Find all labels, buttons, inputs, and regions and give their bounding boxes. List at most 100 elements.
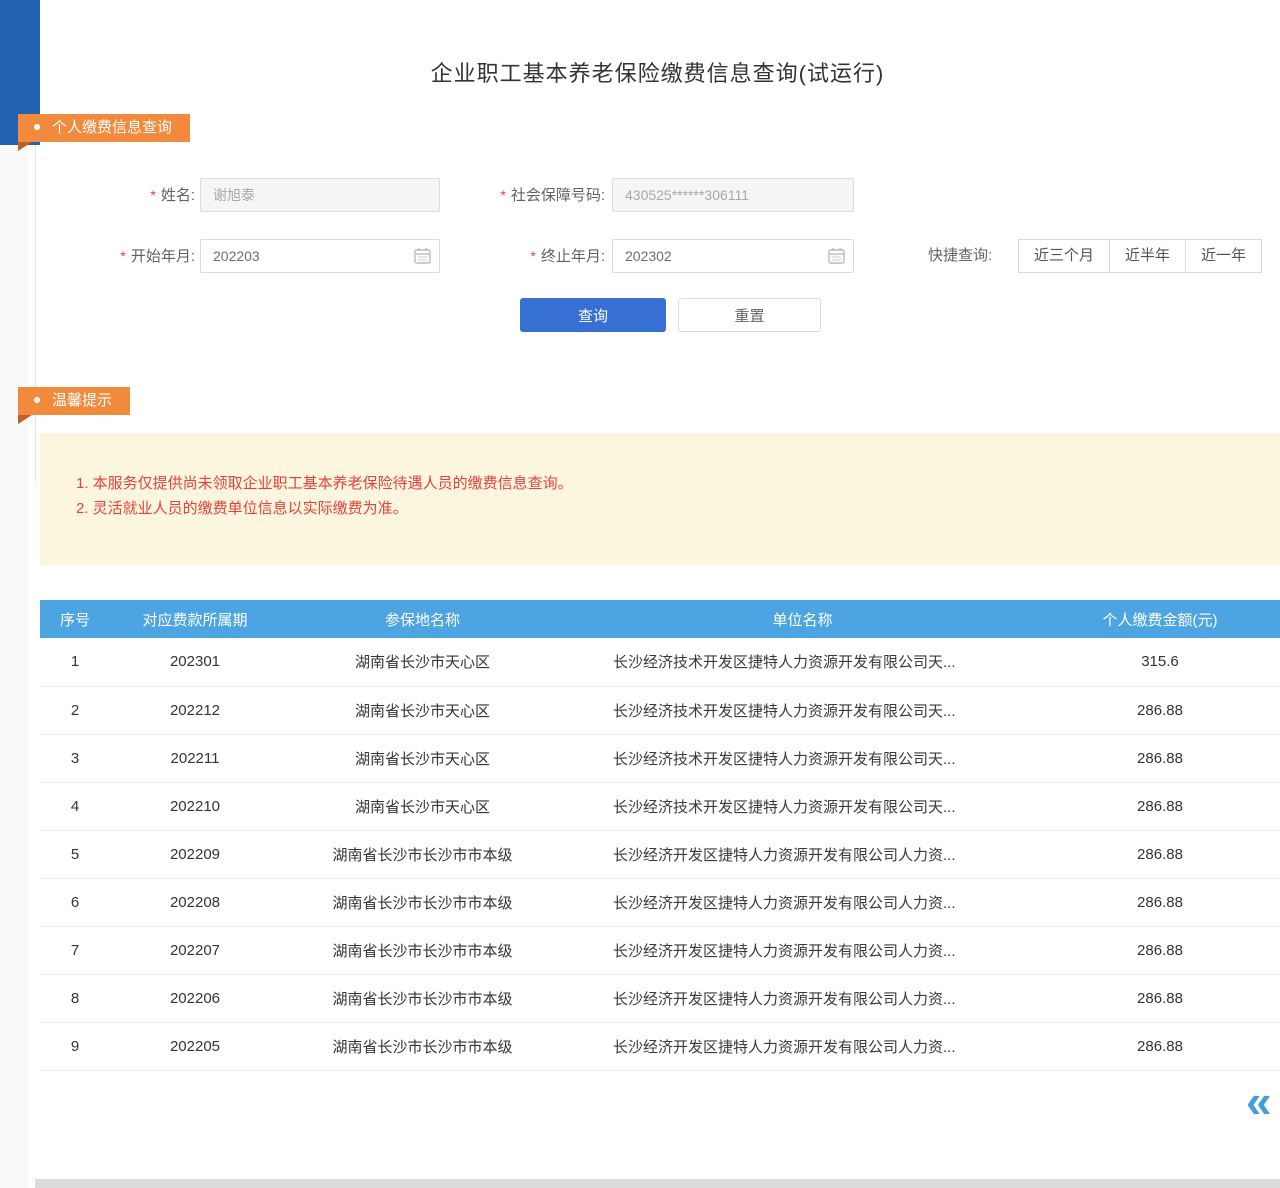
cell-employer: 长沙经济技术开发区捷特人力资源开发有限公司天...: [565, 734, 1040, 782]
ssn-label: *社会保障号码:: [455, 178, 605, 213]
bottom-strip: [35, 1179, 1280, 1188]
cell-seq: 5: [40, 830, 110, 878]
start-month-picker[interactable]: [200, 239, 440, 273]
header-amount: 个人缴费金额(元): [1040, 600, 1280, 638]
cell-period: 202211: [110, 734, 280, 782]
quick-query-label: 快捷查询:: [928, 239, 992, 273]
cell-region: 湖南省长沙市天心区: [280, 638, 565, 686]
cell-period: 202207: [110, 926, 280, 974]
collapse-chevrons-icon[interactable]: «: [1246, 1078, 1272, 1124]
name-field[interactable]: [200, 178, 440, 212]
cell-amount: 286.88: [1040, 1022, 1280, 1070]
query-button[interactable]: 查询: [520, 298, 666, 332]
cell-employer: 长沙经济技术开发区捷特人力资源开发有限公司天...: [565, 686, 1040, 734]
tip-line-2: 2. 灵活就业人员的缴费单位信息以实际缴费为准。: [76, 496, 1280, 521]
table-row: 9 202205 湖南省长沙市长沙市市本级 长沙经济开发区捷特人力资源开发有限公…: [40, 1022, 1280, 1070]
header-employer: 单位名称: [565, 600, 1040, 638]
table-row: 8 202206 湖南省长沙市长沙市市本级 长沙经济开发区捷特人力资源开发有限公…: [40, 974, 1280, 1022]
quick-last-year-button[interactable]: 近一年: [1185, 239, 1262, 273]
cell-region: 湖南省长沙市天心区: [280, 734, 565, 782]
cell-employer: 长沙经济开发区捷特人力资源开发有限公司人力资...: [565, 974, 1040, 1022]
cell-employer: 长沙经济开发区捷特人力资源开发有限公司人力资...: [565, 830, 1040, 878]
ribbon-fold: [18, 142, 32, 151]
start-month-label: *开始年月:: [70, 239, 195, 274]
quick-last-half-year-button[interactable]: 近半年: [1109, 239, 1186, 273]
cell-amount: 286.88: [1040, 974, 1280, 1022]
cell-amount: 286.88: [1040, 686, 1280, 734]
header-seq: 序号: [40, 600, 110, 638]
cell-region: 湖南省长沙市长沙市市本级: [280, 974, 565, 1022]
table-row: 2 202212 湖南省长沙市天心区 长沙经济技术开发区捷特人力资源开发有限公司…: [40, 686, 1280, 734]
cell-region: 湖南省长沙市天心区: [280, 686, 565, 734]
page-title: 企业职工基本养老保险缴费信息查询(试运行): [35, 56, 1280, 88]
tips-panel: 1. 本服务仅提供尚未领取企业职工基本养老保险待遇人员的缴费信息查询。 2. 灵…: [40, 433, 1280, 565]
required-marker: *: [150, 187, 155, 203]
header-region: 参保地名称: [280, 600, 565, 638]
section-badge-personal-payment-query: 个人缴费信息查询: [18, 114, 190, 142]
end-month-label: *终止年月:: [480, 239, 605, 274]
cell-region: 湖南省长沙市长沙市市本级: [280, 830, 565, 878]
header-period: 对应费款所属期: [110, 600, 280, 638]
table-row: 6 202208 湖南省长沙市长沙市市本级 长沙经济开发区捷特人力资源开发有限公…: [40, 878, 1280, 926]
cell-seq: 8: [40, 974, 110, 1022]
section-badge-label: 个人缴费信息查询: [52, 119, 172, 136]
cell-region: 湖南省长沙市长沙市市本级: [280, 1022, 565, 1070]
end-month-picker[interactable]: [612, 239, 854, 273]
required-marker: *: [120, 248, 125, 264]
cell-seq: 6: [40, 878, 110, 926]
cell-period: 202206: [110, 974, 280, 1022]
end-month-input[interactable]: [612, 239, 854, 273]
table-row: 4 202210 湖南省长沙市天心区 长沙经济技术开发区捷特人力资源开发有限公司…: [40, 782, 1280, 830]
cell-amount: 315.6: [1040, 638, 1280, 686]
cell-region: 湖南省长沙市长沙市市本级: [280, 926, 565, 974]
table-body: 1 202301 湖南省长沙市天心区 长沙经济技术开发区捷特人力资源开发有限公司…: [40, 638, 1280, 1070]
cell-period: 202209: [110, 830, 280, 878]
cell-seq: 2: [40, 686, 110, 734]
cell-amount: 286.88: [1040, 734, 1280, 782]
name-label: *姓名:: [88, 178, 195, 213]
cell-amount: 286.88: [1040, 782, 1280, 830]
cell-employer: 长沙经济技术开发区捷特人力资源开发有限公司天...: [565, 638, 1040, 686]
cell-seq: 4: [40, 782, 110, 830]
calendar-icon[interactable]: [414, 247, 431, 264]
cell-amount: 286.88: [1040, 830, 1280, 878]
quick-last-3-months-button[interactable]: 近三个月: [1018, 239, 1110, 273]
cell-period: 202205: [110, 1022, 280, 1070]
calendar-icon[interactable]: [828, 247, 845, 264]
cell-region: 湖南省长沙市天心区: [280, 782, 565, 830]
pension-query-page: 企业职工基本养老保险缴费信息查询(试运行) 个人缴费信息查询 *姓名: *社会保…: [0, 0, 1280, 1188]
table-row: 1 202301 湖南省长沙市天心区 长沙经济技术开发区捷特人力资源开发有限公司…: [40, 638, 1280, 686]
left-gutter: [0, 0, 28, 1188]
quick-query-group: 近三个月 近半年 近一年: [1019, 239, 1262, 273]
cell-period: 202208: [110, 878, 280, 926]
cell-amount: 286.88: [1040, 926, 1280, 974]
cell-region: 湖南省长沙市长沙市市本级: [280, 878, 565, 926]
tip-line-1: 1. 本服务仅提供尚未领取企业职工基本养老保险待遇人员的缴费信息查询。: [76, 471, 1280, 496]
cell-employer: 长沙经济开发区捷特人力资源开发有限公司人力资...: [565, 1022, 1040, 1070]
table-row: 5 202209 湖南省长沙市长沙市市本级 长沙经济开发区捷特人力资源开发有限公…: [40, 830, 1280, 878]
cell-period: 202301: [110, 638, 280, 686]
cell-seq: 7: [40, 926, 110, 974]
cell-employer: 长沙经济技术开发区捷特人力资源开发有限公司天...: [565, 782, 1040, 830]
required-marker: *: [530, 248, 535, 264]
required-marker: *: [500, 187, 505, 203]
cell-period: 202212: [110, 686, 280, 734]
ribbon-fold: [18, 415, 32, 424]
table-row: 3 202211 湖南省长沙市天心区 长沙经济技术开发区捷特人力资源开发有限公司…: [40, 734, 1280, 782]
cell-amount: 286.88: [1040, 878, 1280, 926]
bullet-icon: [34, 124, 40, 130]
payment-records-table: 序号 对应费款所属期 参保地名称 单位名称 个人缴费金额(元) 1 202301…: [40, 600, 1280, 1071]
ssn-field[interactable]: [612, 178, 854, 212]
section-badge-tips: 温馨提示: [18, 387, 130, 415]
cell-seq: 3: [40, 734, 110, 782]
section-badge-label: 温馨提示: [52, 392, 112, 409]
cell-employer: 长沙经济开发区捷特人力资源开发有限公司人力资...: [565, 878, 1040, 926]
start-month-input[interactable]: [200, 239, 440, 273]
table-row: 7 202207 湖南省长沙市长沙市市本级 长沙经济开发区捷特人力资源开发有限公…: [40, 926, 1280, 974]
cell-seq: 1: [40, 638, 110, 686]
table-header: 序号 对应费款所属期 参保地名称 单位名称 个人缴费金额(元): [40, 600, 1280, 638]
cell-seq: 9: [40, 1022, 110, 1070]
cell-employer: 长沙经济开发区捷特人力资源开发有限公司人力资...: [565, 926, 1040, 974]
reset-button[interactable]: 重置: [678, 298, 821, 332]
bullet-icon: [34, 397, 40, 403]
